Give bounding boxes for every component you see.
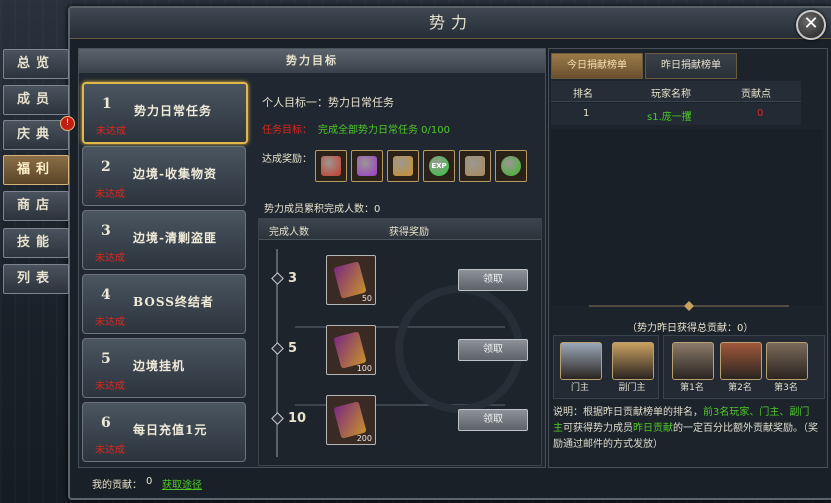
- tab-1[interactable]: 成员: [3, 85, 69, 115]
- task-name: 边境-清剿盗匪: [133, 231, 217, 245]
- note-part: 可获得势力成员: [563, 423, 633, 434]
- task-status: 未达成: [95, 189, 125, 200]
- close-button[interactable]: ✕: [796, 10, 826, 40]
- row-points: 0: [757, 108, 764, 119]
- tier-count: 10: [288, 411, 307, 426]
- ranking-header: 排名 玩家名称 贡献点: [551, 81, 801, 102]
- task-name: 势力日常任务: [134, 104, 213, 118]
- obtain-method-link[interactable]: 获取途径: [162, 476, 202, 491]
- note-part: 昨日贡献: [633, 423, 673, 434]
- header-count: 完成人数: [269, 227, 309, 238]
- tier-table-header: 完成人数 获得奖励: [259, 219, 541, 240]
- reward-qty: 50: [361, 294, 372, 303]
- task-number: 1: [102, 96, 112, 112]
- reward-qty: 100: [356, 364, 372, 373]
- exp-orb-icon[interactable]: EXP: [423, 150, 455, 182]
- goal-label: 任务目标：: [262, 125, 312, 136]
- gem-box-icon[interactable]: [351, 150, 383, 182]
- note-part: 说明：根据昨日贡献榜单的排名，: [553, 407, 703, 418]
- goals-header: 势力目标: [79, 49, 545, 73]
- token-card-icon-glyph: [465, 156, 485, 176]
- claim-button[interactable]: 领取: [458, 269, 528, 291]
- green-orb-icon-glyph: [501, 156, 521, 176]
- task-number: 2: [101, 159, 111, 175]
- chest-label: 第1名: [680, 383, 704, 393]
- task-status: 未达成: [95, 445, 125, 456]
- reward-token-icon[interactable]: 50: [326, 255, 376, 305]
- divider-ornament: [589, 301, 789, 311]
- chest-label: 第2名: [728, 383, 752, 393]
- task-name: BOSS终结者: [133, 295, 214, 309]
- chest-icon[interactable]: [612, 342, 654, 380]
- task-name: 边境-收集物资: [133, 167, 217, 181]
- tier-count: 5: [288, 341, 298, 356]
- task-card[interactable]: 6 每日充值1元 未达成: [82, 402, 246, 462]
- gift-box-icon[interactable]: [315, 150, 347, 182]
- table-row[interactable]: 1 s1.庞一攫 0: [551, 103, 801, 125]
- task-card[interactable]: 2 边境-收集物资 未达成: [82, 146, 246, 206]
- tab-0[interactable]: 总览: [3, 49, 69, 79]
- chest-label: 第3名: [774, 383, 798, 393]
- gold-bag-icon[interactable]: [387, 150, 419, 182]
- member-count: 势力成员累积完成人数：0: [264, 204, 381, 215]
- chest-label: 副门主: [618, 383, 646, 393]
- task-card[interactable]: 3 边境-清剿盗匪 未达成: [82, 210, 246, 270]
- task-number: 3: [101, 223, 111, 239]
- tab-2[interactable]: 庆典: [3, 120, 69, 150]
- ranking-panel: 今日捐献榜单 昨日捐献榜单 排名 玩家名称 贡献点 1 s1.庞一攫 0 （势力…: [548, 48, 828, 468]
- task-name: 每日充值1元: [133, 423, 208, 437]
- task-status: 未达成: [95, 253, 125, 264]
- goal-title: 个人目标一：势力日常任务: [262, 96, 394, 109]
- row-rank: 1: [583, 108, 590, 119]
- task-number: 6: [101, 415, 111, 431]
- header-reward: 获得奖励: [389, 227, 429, 238]
- task-status: 未达成: [95, 317, 125, 328]
- tab-6[interactable]: 列表: [3, 264, 69, 294]
- tab-5[interactable]: 技能: [3, 228, 69, 258]
- row-player: s1.庞一攫: [647, 112, 692, 123]
- chest-icon[interactable]: [560, 342, 602, 380]
- task-status: 未达成: [96, 126, 126, 137]
- reward-note: 说明：根据昨日贡献榜单的排名，前3名玩家、门主、副门主可获得势力成员昨日贡献的一…: [553, 405, 819, 463]
- tab-3[interactable]: 福利: [3, 155, 69, 185]
- task-card[interactable]: 5 边境挂机 未达成: [82, 338, 246, 398]
- tab-yesterday-ranking[interactable]: 昨日捐献榜单: [645, 53, 737, 79]
- task-number: 4: [101, 287, 111, 303]
- claim-button[interactable]: 领取: [458, 339, 528, 361]
- task-name: 边境挂机: [133, 359, 186, 373]
- gold-bag-icon-glyph: [393, 156, 413, 176]
- chest-icon[interactable]: [672, 342, 714, 380]
- green-orb-icon[interactable]: [495, 150, 527, 182]
- title-bar: 势力: [70, 8, 831, 39]
- tier-count: 3: [288, 271, 298, 286]
- reward-token-icon[interactable]: 100: [326, 325, 376, 375]
- col-player: 玩家名称: [651, 89, 691, 100]
- tab-today-ranking[interactable]: 今日捐献榜单: [551, 53, 643, 79]
- ranking-list-area: [551, 129, 823, 305]
- reward-label: 达成奖励：: [262, 154, 312, 165]
- gem-box-icon-glyph: [357, 156, 377, 176]
- total-contribution: （势力昨日获得总贡献：0）: [627, 323, 754, 334]
- claim-button[interactable]: 领取: [458, 409, 528, 431]
- task-number: 5: [101, 351, 111, 367]
- task-status: 未达成: [95, 381, 125, 392]
- exp-orb-icon-glyph: EXP: [429, 156, 449, 176]
- token-card-icon[interactable]: [459, 150, 491, 182]
- col-points: 贡献点: [741, 89, 771, 100]
- chest-label: 门主: [570, 383, 589, 393]
- reward-qty: 200: [356, 434, 372, 443]
- reward-token-icon[interactable]: 200: [326, 395, 376, 445]
- task-card[interactable]: 4 BOSS终结者 未达成: [82, 274, 246, 334]
- chest-icon[interactable]: [766, 342, 808, 380]
- my-contribution-value: 0: [146, 476, 153, 487]
- tab-4[interactable]: 商店: [3, 191, 69, 221]
- chest-icon[interactable]: [720, 342, 762, 380]
- window-title: 势力: [428, 13, 473, 32]
- col-rank: 排名: [573, 89, 593, 100]
- task-card[interactable]: 1 势力日常任务 未达成: [82, 82, 248, 144]
- goal-value: 完成全部势力日常任务 0/100: [318, 125, 450, 136]
- my-contribution-label: 我的贡献：: [92, 480, 142, 491]
- gift-box-icon-glyph: [321, 156, 341, 176]
